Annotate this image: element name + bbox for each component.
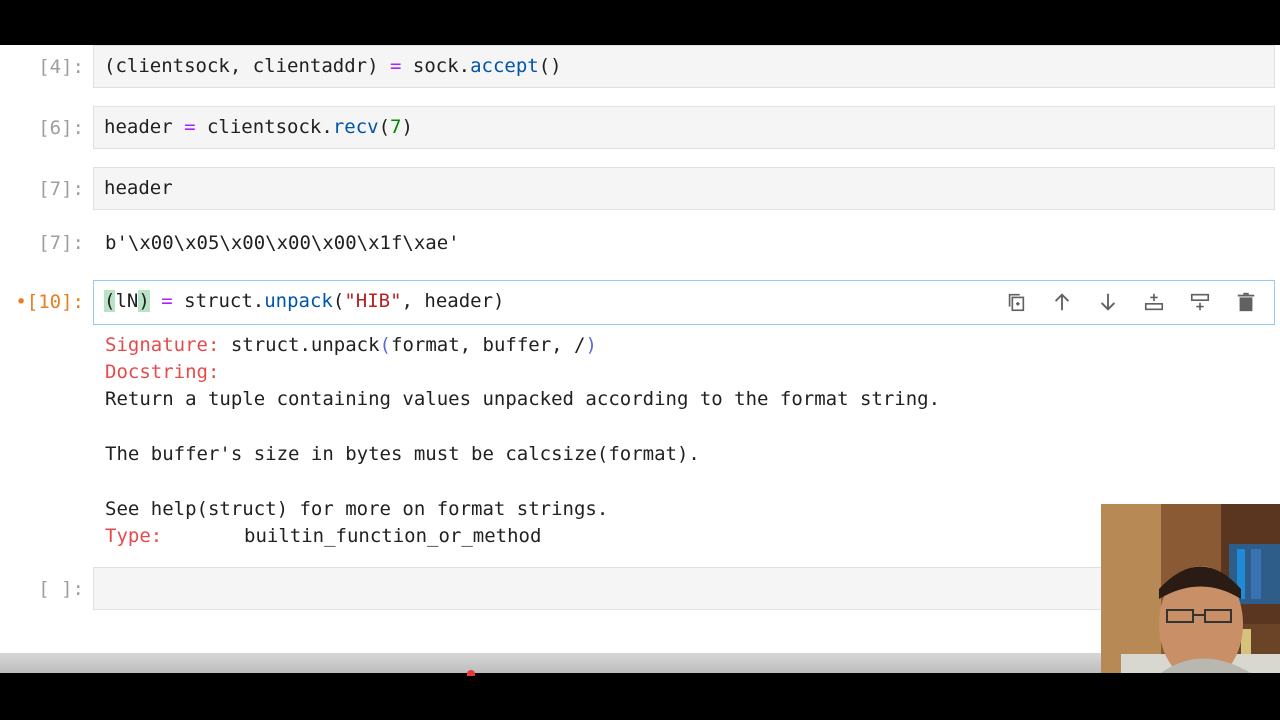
code-line: header = clientsock.recv(7) <box>104 116 413 138</box>
help-signature: Signature: struct.unpack(format, buffer,… <box>105 334 597 356</box>
cell-prompt-active: •[10]: <box>15 291 84 313</box>
code-line[interactable]: (lN) = struct.unpack("HIB", header) <box>104 290 504 312</box>
help-docstring-label: Docstring: <box>105 361 220 383</box>
output-prompt: [7]: <box>38 232 84 254</box>
cell-input[interactable]: header <box>93 167 1275 210</box>
webcam-overlay <box>1101 504 1280 673</box>
help-line: Return a tuple containing values unpacke… <box>105 388 941 410</box>
cell-input[interactable] <box>93 567 1275 610</box>
cell-prompt: [4]: <box>38 56 84 78</box>
help-line: See help(struct) for more on format stri… <box>105 498 609 520</box>
cell-toolbar <box>1000 287 1262 317</box>
webcam-image <box>1101 504 1280 673</box>
insert-below-icon[interactable] <box>1138 287 1170 317</box>
delete-icon[interactable] <box>1230 287 1262 317</box>
code-line: header <box>104 177 173 199</box>
move-up-icon[interactable] <box>1046 287 1078 317</box>
help-type-label: Type: <box>105 525 163 547</box>
cell-input[interactable]: (clientsock, clientaddr) = sock.accept() <box>93 45 1275 88</box>
cell-output: b'\x00\x05\x00\x00\x00\x1f\xae' <box>105 232 460 254</box>
copy-icon[interactable] <box>1000 287 1032 317</box>
help-type-value: builtin_function_or_method <box>244 525 542 547</box>
cell-input[interactable]: header = clientsock.recv(7) <box>93 106 1275 149</box>
notebook-viewport: [4]: (clientsock, clientaddr) = sock.acc… <box>0 45 1280 653</box>
insert-above-icon[interactable] <box>1184 287 1216 317</box>
cell-prompt: [7]: <box>38 178 84 200</box>
playhead-marker <box>467 670 475 676</box>
code-line: (clientsock, clientaddr) = sock.accept() <box>104 55 562 77</box>
horizontal-scrollbar[interactable] <box>0 653 1280 673</box>
move-down-icon[interactable] <box>1092 287 1124 317</box>
help-line: The buffer's size in bytes must be calcs… <box>105 443 700 465</box>
cell-prompt: [ ]: <box>38 578 84 600</box>
cell-input-active[interactable]: (lN) = struct.unpack("HIB", header) <box>93 280 1275 325</box>
cell-prompt: [6]: <box>38 117 84 139</box>
